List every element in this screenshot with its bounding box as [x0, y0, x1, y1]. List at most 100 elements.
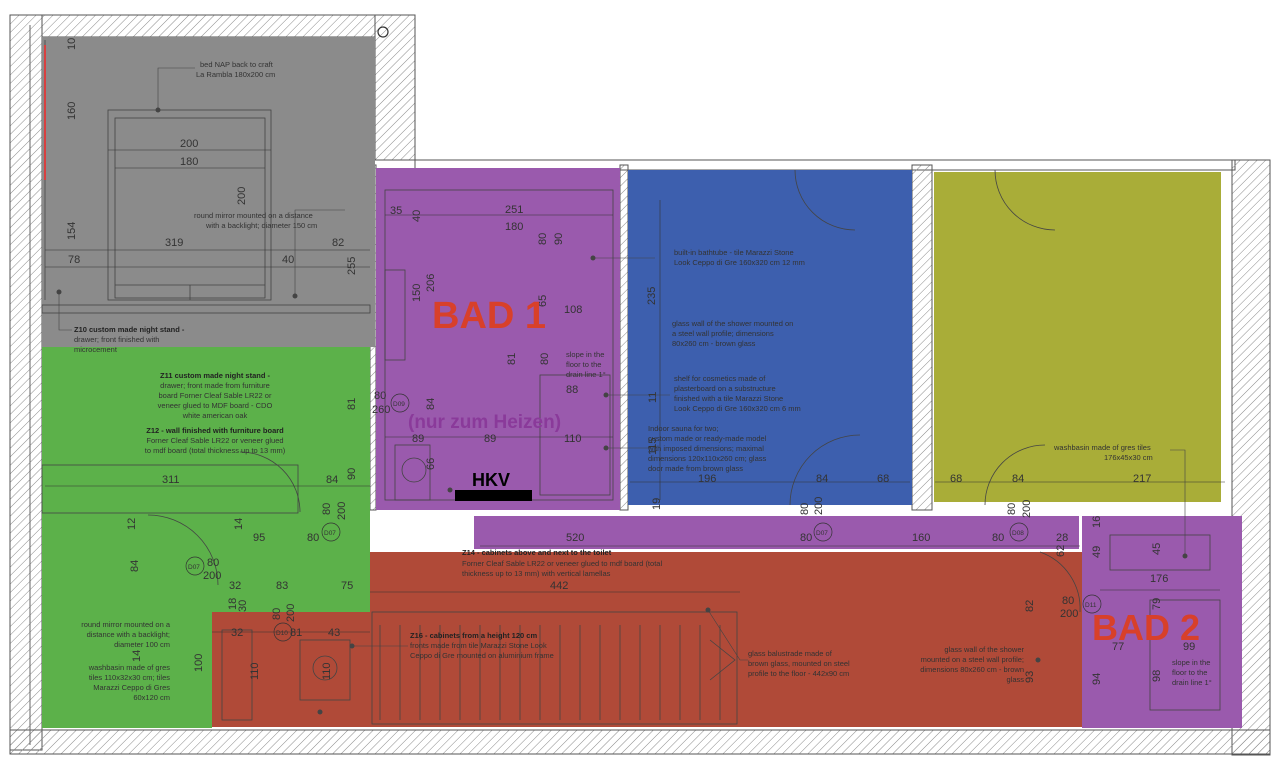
dim-label: 80 — [1062, 595, 1074, 607]
wall-bottom — [9, 729, 1271, 755]
door-tag: D07 — [188, 564, 200, 571]
dim-label: 82 — [1024, 600, 1036, 612]
note-line: drain line 1° — [566, 370, 606, 379]
note-line: floor to the — [1172, 668, 1207, 677]
note-line: brown glass, mounted on steel — [748, 659, 850, 668]
note-z12: Z12 - wall finished with furniture board… — [145, 426, 286, 455]
note-line: drain line 1° — [1172, 678, 1212, 687]
dim-label: 90 — [553, 233, 565, 245]
note-line: plasterboard on a substructure — [674, 384, 776, 393]
note-bed: bed NAP back to craft La Rambla 180x200 c… — [196, 60, 275, 79]
note-line: custom made or ready-made model — [648, 434, 767, 443]
dim-label: 180 — [505, 221, 523, 233]
note-line: glass wall of the shower — [944, 645, 1024, 654]
dim-label: 80 — [271, 608, 283, 620]
note-slope-2: slope in the floor to the drain line 1° — [1172, 658, 1212, 687]
dim-label: 30 — [237, 600, 249, 612]
dim-label: 84 — [1012, 473, 1024, 485]
dim-label: 196 — [698, 473, 716, 485]
dim-label: 200 — [236, 187, 248, 205]
dim-label: 84 — [326, 474, 338, 486]
wall-blue-right — [911, 164, 933, 511]
note-line: Forner Cleaf Sable LR22 or veneer glued … — [462, 559, 662, 568]
note-line: finished with a tile Marazzi Stone — [674, 394, 783, 403]
dim-label: 68 — [950, 473, 962, 485]
dim-label: 200 — [813, 497, 825, 515]
note-line: a steel wall profile; dimensions — [672, 329, 774, 338]
dim-label: 28 — [1056, 532, 1068, 544]
note-line: slope in the — [566, 350, 604, 359]
note-line: Z16 - cabinets from a height 120 cm — [410, 631, 537, 640]
note-line: Ceppo di Gre mounted on aluminium frame — [410, 651, 554, 660]
dim-label: 89 — [412, 433, 424, 445]
note-line: diameter 100 cm — [114, 640, 170, 649]
note-line: drawer; front finished with — [74, 335, 159, 344]
dim-label: 110 — [321, 662, 333, 680]
note-line: dimensions 120x110x260 cm; glass — [648, 454, 767, 463]
dim-label: 81 — [346, 398, 358, 410]
note-line: Z10 custom made night stand - — [74, 325, 185, 334]
dim-label: 84 — [129, 560, 141, 572]
dim-label: 80 — [207, 557, 219, 569]
note-line: 80x260 cm - brown glass — [672, 339, 756, 348]
note-line: Forner Cleaf Sable LR22 or veneer glued — [146, 436, 283, 445]
wall-top-left — [41, 14, 376, 38]
door-tag: D10 — [276, 630, 288, 637]
note-line: white american oak — [182, 411, 248, 420]
door-tag: D09 — [393, 401, 405, 408]
door-tag: D07 — [816, 530, 828, 537]
note-line: to mdf board (total thickness up to 13 m… — [145, 446, 286, 455]
note-line: with imposed dimensions; maximal — [647, 444, 764, 453]
dim-label: 94 — [1091, 673, 1103, 685]
dim-label: 83 — [276, 580, 288, 592]
dim-label: 49 — [1091, 546, 1103, 558]
room-subtitle-bad1: (nur zum Heizen) — [408, 412, 561, 433]
note-line: washbasin made of gres tiles — [1053, 443, 1151, 452]
dim-label: 68 — [877, 473, 889, 485]
note-line: Look Ceppo di Gre 160x320 cm 12 mm — [674, 258, 805, 267]
dim-label: 108 — [564, 304, 582, 316]
note-line: Look Ceppo di Gre 160x320 cm 6 mm — [674, 404, 801, 413]
zone-purple-strip — [474, 516, 1079, 549]
dim-label: 11 — [647, 392, 659, 403]
dim-label: 14 — [131, 650, 143, 662]
note-line: shelf for cosmetics made of — [674, 374, 766, 383]
room-title-bad2: BAD 2 — [1092, 607, 1200, 648]
note-line: mounted on a steel wall profile; — [921, 655, 1024, 664]
note-line: profile to the floor - 442x90 cm — [748, 669, 849, 678]
dim-label: 100 — [193, 654, 205, 672]
dim-label: 319 — [165, 237, 183, 249]
dim-label: 62 — [1055, 545, 1067, 557]
dim-label: 200 — [203, 570, 221, 582]
note-bathtube: built-in bathtube - tile Marazzi Stone Lo… — [674, 248, 805, 267]
note-z16: Z16 - cabinets from a height 120 cm front… — [410, 631, 554, 660]
note-line: with a backlight; diameter 150 cm — [205, 221, 317, 230]
note-line: distance with a backlight; — [87, 630, 170, 639]
dim-label: 95 — [253, 532, 265, 544]
dim-label: 80 — [539, 353, 551, 365]
dim-label: 75 — [341, 580, 353, 592]
hkv-bar — [455, 490, 532, 501]
dim-label: 110 — [564, 433, 582, 445]
dim-label: 82 — [332, 237, 344, 249]
note-line: Z11 custom made night stand - — [160, 371, 271, 380]
zone-olive — [934, 172, 1221, 502]
dim-label: 84 — [425, 398, 437, 410]
note-line: washbasin made of gres — [88, 663, 171, 672]
dim-label: 251 — [505, 204, 523, 216]
dim-label: 154 — [66, 222, 78, 240]
dim-label: 110 — [249, 662, 261, 680]
dim-label: 80 — [1006, 503, 1018, 515]
dim-label: 160 — [912, 532, 930, 544]
floor-plan: 10 160 200 180 200 154 319 82 78 40 255 … — [9, 14, 1271, 756]
note-line: built-in bathtube - tile Marazzi Stone — [674, 248, 794, 257]
note-line: floor to the — [566, 360, 601, 369]
note-line: dimensions 80x260 cm - brown — [920, 665, 1024, 674]
note-line: thickness up to 13 mm) with vertical lam… — [462, 569, 611, 578]
hkv-label: HKV — [472, 470, 510, 490]
dim-label: 89 — [484, 433, 496, 445]
dim-label: 93 — [1024, 671, 1036, 683]
dim-label: 88 — [566, 384, 578, 396]
dim-label: 200 — [1021, 500, 1033, 518]
note-line: Z12 - wall finished with furniture board — [146, 426, 284, 435]
